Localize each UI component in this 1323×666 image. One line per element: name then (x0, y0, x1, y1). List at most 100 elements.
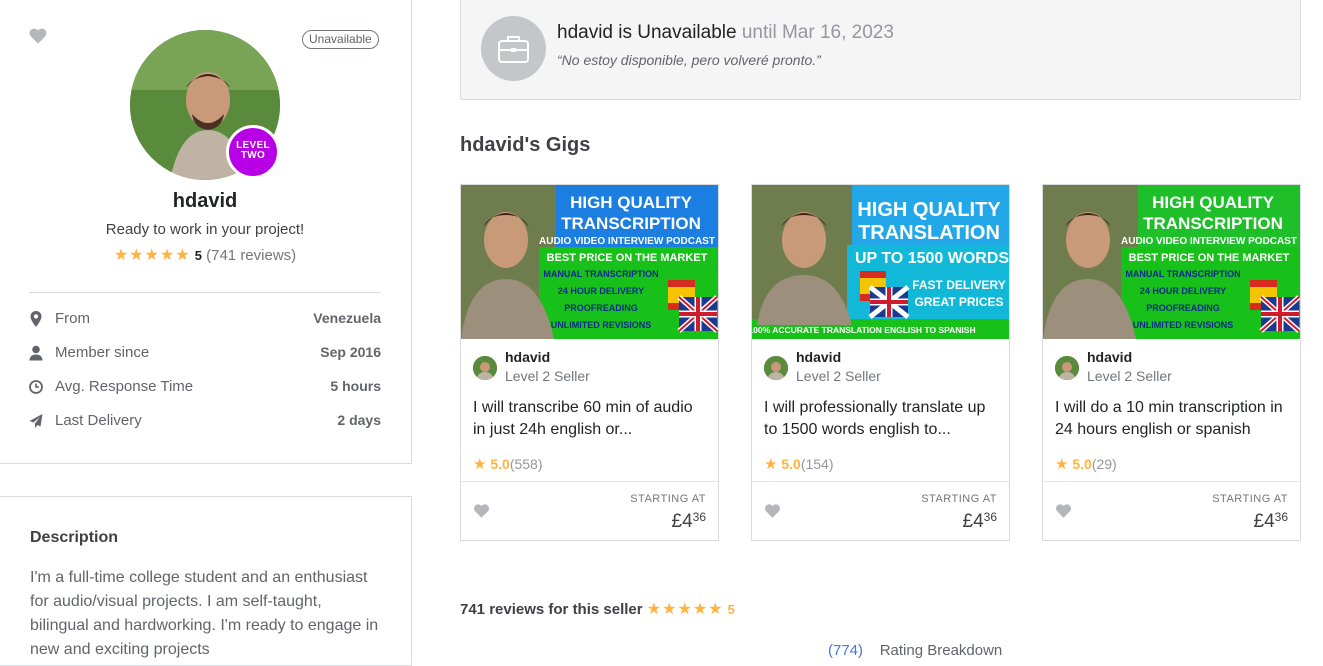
banner-message: “No estoy disponible, pero volveré pront… (557, 52, 821, 68)
gig-image-text: BEST PRICE ON THE MARKET (1129, 252, 1290, 264)
gig-seller-name[interactable]: hdavid (796, 349, 841, 365)
gig-image-text: 24 HOUR DELIVERY (558, 286, 644, 296)
gig-image-text: 24 HOUR DELIVERY (1140, 286, 1226, 296)
gig-image-text: PROOFREADING (1146, 303, 1220, 313)
star-icon: ★ (1055, 456, 1069, 473)
reviews-count[interactable]: (741 reviews) (206, 247, 296, 264)
gig-price-cents: 36 (1274, 510, 1288, 524)
rating-breakdown-count[interactable]: (774) (828, 642, 863, 659)
heart-icon[interactable] (764, 503, 781, 519)
level-badge: LEVEL TWO (226, 125, 280, 179)
divider (29, 292, 381, 293)
stat-value: Sep 2016 (320, 344, 381, 360)
gig-rating-count: (29) (1091, 456, 1117, 472)
gig-price-main: £4 (1253, 511, 1275, 532)
gig-title[interactable]: I will do a 10 min transcription in 24 h… (1055, 397, 1287, 441)
stat-value: Venezuela (313, 310, 381, 326)
description-text: I'm a full-time college student and an e… (30, 569, 379, 658)
gig-footer: STARTING AT £436 (1043, 481, 1300, 540)
gig-price[interactable]: £436 (672, 510, 707, 533)
rating-score: 5 (194, 248, 202, 263)
gig-card[interactable]: HIGH QUALITY TRANSLATION UP TO 1500 WORD… (751, 184, 1010, 541)
reviews-summary-score: 5 (727, 602, 735, 617)
level-badge-line2: TWO (240, 150, 266, 161)
gig-price-main: £4 (962, 511, 984, 532)
gig-rating-score: 5.0 (781, 456, 801, 472)
gig-image-text: TRANSLATION (858, 222, 1000, 244)
seller-username[interactable]: hdavid (0, 190, 410, 213)
gig-thumbnail[interactable]: HIGH QUALITY TRANSCRIPTION AUDIO VIDEO I… (1043, 185, 1300, 339)
gig-seller-name[interactable]: hdavid (1087, 349, 1132, 365)
gig-price[interactable]: £436 (963, 510, 998, 533)
gig-thumbnail[interactable]: HIGH QUALITY TRANSLATION UP TO 1500 WORD… (752, 185, 1009, 339)
gig-image-text: MANUAL TRANSCRIPTION (543, 269, 658, 279)
gig-thumbnail[interactable]: HIGH QUALITY TRANSCRIPTION AUDIO VIDEO I… (461, 185, 718, 339)
gig-rating-score: 5.0 (1072, 456, 1092, 472)
gig-image-text: FAST DELIVERY (912, 278, 1006, 292)
gig-image-text: AUDIO VIDEO INTERVIEW PODCAST (1121, 236, 1297, 247)
gig-title[interactable]: I will professionally translate up to 15… (764, 397, 996, 441)
starting-at-label: STARTING AT (921, 493, 997, 505)
gig-image-text: HIGH QUALITY (570, 193, 692, 212)
gig-seller-name[interactable]: hdavid (505, 349, 550, 365)
gig-seller-level: Level 2 Seller (505, 368, 590, 384)
avatar[interactable] (764, 356, 788, 380)
gig-card[interactable]: HIGH QUALITY TRANSCRIPTION AUDIO VIDEO I… (1042, 184, 1301, 541)
starting-at-label: STARTING AT (1212, 493, 1288, 505)
gig-image-text: HIGH QUALITY (857, 199, 1001, 221)
unavailable-banner: hdavid is Unavailable until Mar 16, 2023… (460, 0, 1301, 100)
banner-until-date: until Mar 16, 2023 (741, 22, 894, 43)
star-icon: ★ (473, 456, 487, 473)
gig-seller-level: Level 2 Seller (1087, 368, 1172, 384)
gig-rating: ★ 5.0(29) (1055, 455, 1117, 473)
heart-icon[interactable] (1055, 503, 1072, 519)
star-rating-icons: ★★★★★ (113, 247, 191, 264)
gig-image-text: PROOFREADING (564, 303, 638, 313)
briefcase-icon (481, 16, 546, 81)
gig-image-text: UP TO 1500 WORDS (855, 250, 1009, 267)
gig-image-text: GREAT PRICES (914, 295, 1003, 309)
user-icon (29, 345, 43, 361)
gig-footer: STARTING AT £436 (752, 481, 1009, 540)
clock-icon (29, 380, 43, 394)
stat-label: Last Delivery (55, 412, 142, 429)
gig-image-text: BEST PRICE ON THE MARKET (547, 252, 708, 264)
gig-image-text: 100% ACCURATE TRANSLATION ENGLISH TO SPA… (752, 325, 976, 335)
gig-card[interactable]: HIGH QUALITY TRANSCRIPTION AUDIO VIDEO I… (460, 184, 719, 541)
gig-image-text: TRANSCRIPTION (1143, 214, 1283, 233)
gig-image-text: TRANSCRIPTION (561, 214, 701, 233)
banner-title: hdavid is Unavailable until Mar 16, 2023 (557, 22, 894, 44)
gig-image-text: UNLIMITED REVISIONS (551, 320, 652, 330)
gig-image-text: UNLIMITED REVISIONS (1133, 320, 1234, 330)
rating-breakdown-label: Rating Breakdown (879, 642, 1003, 659)
gig-image-text: HIGH QUALITY (1152, 193, 1274, 212)
stat-response-time: Avg. Response Time 5 hours (29, 378, 381, 398)
gig-rating-count: (154) (800, 456, 834, 472)
gig-rating: ★ 5.0(154) (764, 455, 834, 473)
avatar[interactable] (1055, 356, 1079, 380)
gig-price-cents: 36 (692, 510, 706, 524)
banner-title-text: hdavid is Unavailable (557, 22, 737, 43)
star-rating-icons: ★★★★★ (646, 601, 724, 618)
stat-member-since: Member since Sep 2016 (29, 344, 381, 364)
stat-from: From Venezuela (29, 310, 381, 330)
avatar[interactable] (473, 356, 497, 380)
gig-seller-level: Level 2 Seller (796, 368, 881, 384)
paper-plane-icon (29, 414, 43, 428)
gig-price[interactable]: £436 (1254, 510, 1289, 533)
gig-title[interactable]: I will transcribe 60 min of audio in jus… (473, 397, 705, 441)
stat-last-delivery: Last Delivery 2 days (29, 412, 381, 432)
gig-image-text: MANUAL TRANSCRIPTION (1125, 269, 1240, 279)
gig-footer: STARTING AT £436 (461, 481, 718, 540)
seller-profile-card: Unavailable LEVEL TWO hdavid Ready to wo… (0, 0, 412, 464)
seller-tagline: Ready to work in your project! (105, 221, 305, 238)
stat-label: Member since (55, 344, 150, 361)
heart-icon[interactable] (473, 503, 490, 519)
status-badge: Unavailable (302, 30, 379, 49)
stat-label: From (55, 310, 90, 327)
description-title: Description (30, 529, 119, 546)
gig-rating-count: (558) (509, 456, 543, 472)
description-card: Description I'm a full-time college stud… (0, 496, 412, 666)
gig-rating-score: 5.0 (490, 456, 510, 472)
heart-icon[interactable] (29, 27, 47, 45)
